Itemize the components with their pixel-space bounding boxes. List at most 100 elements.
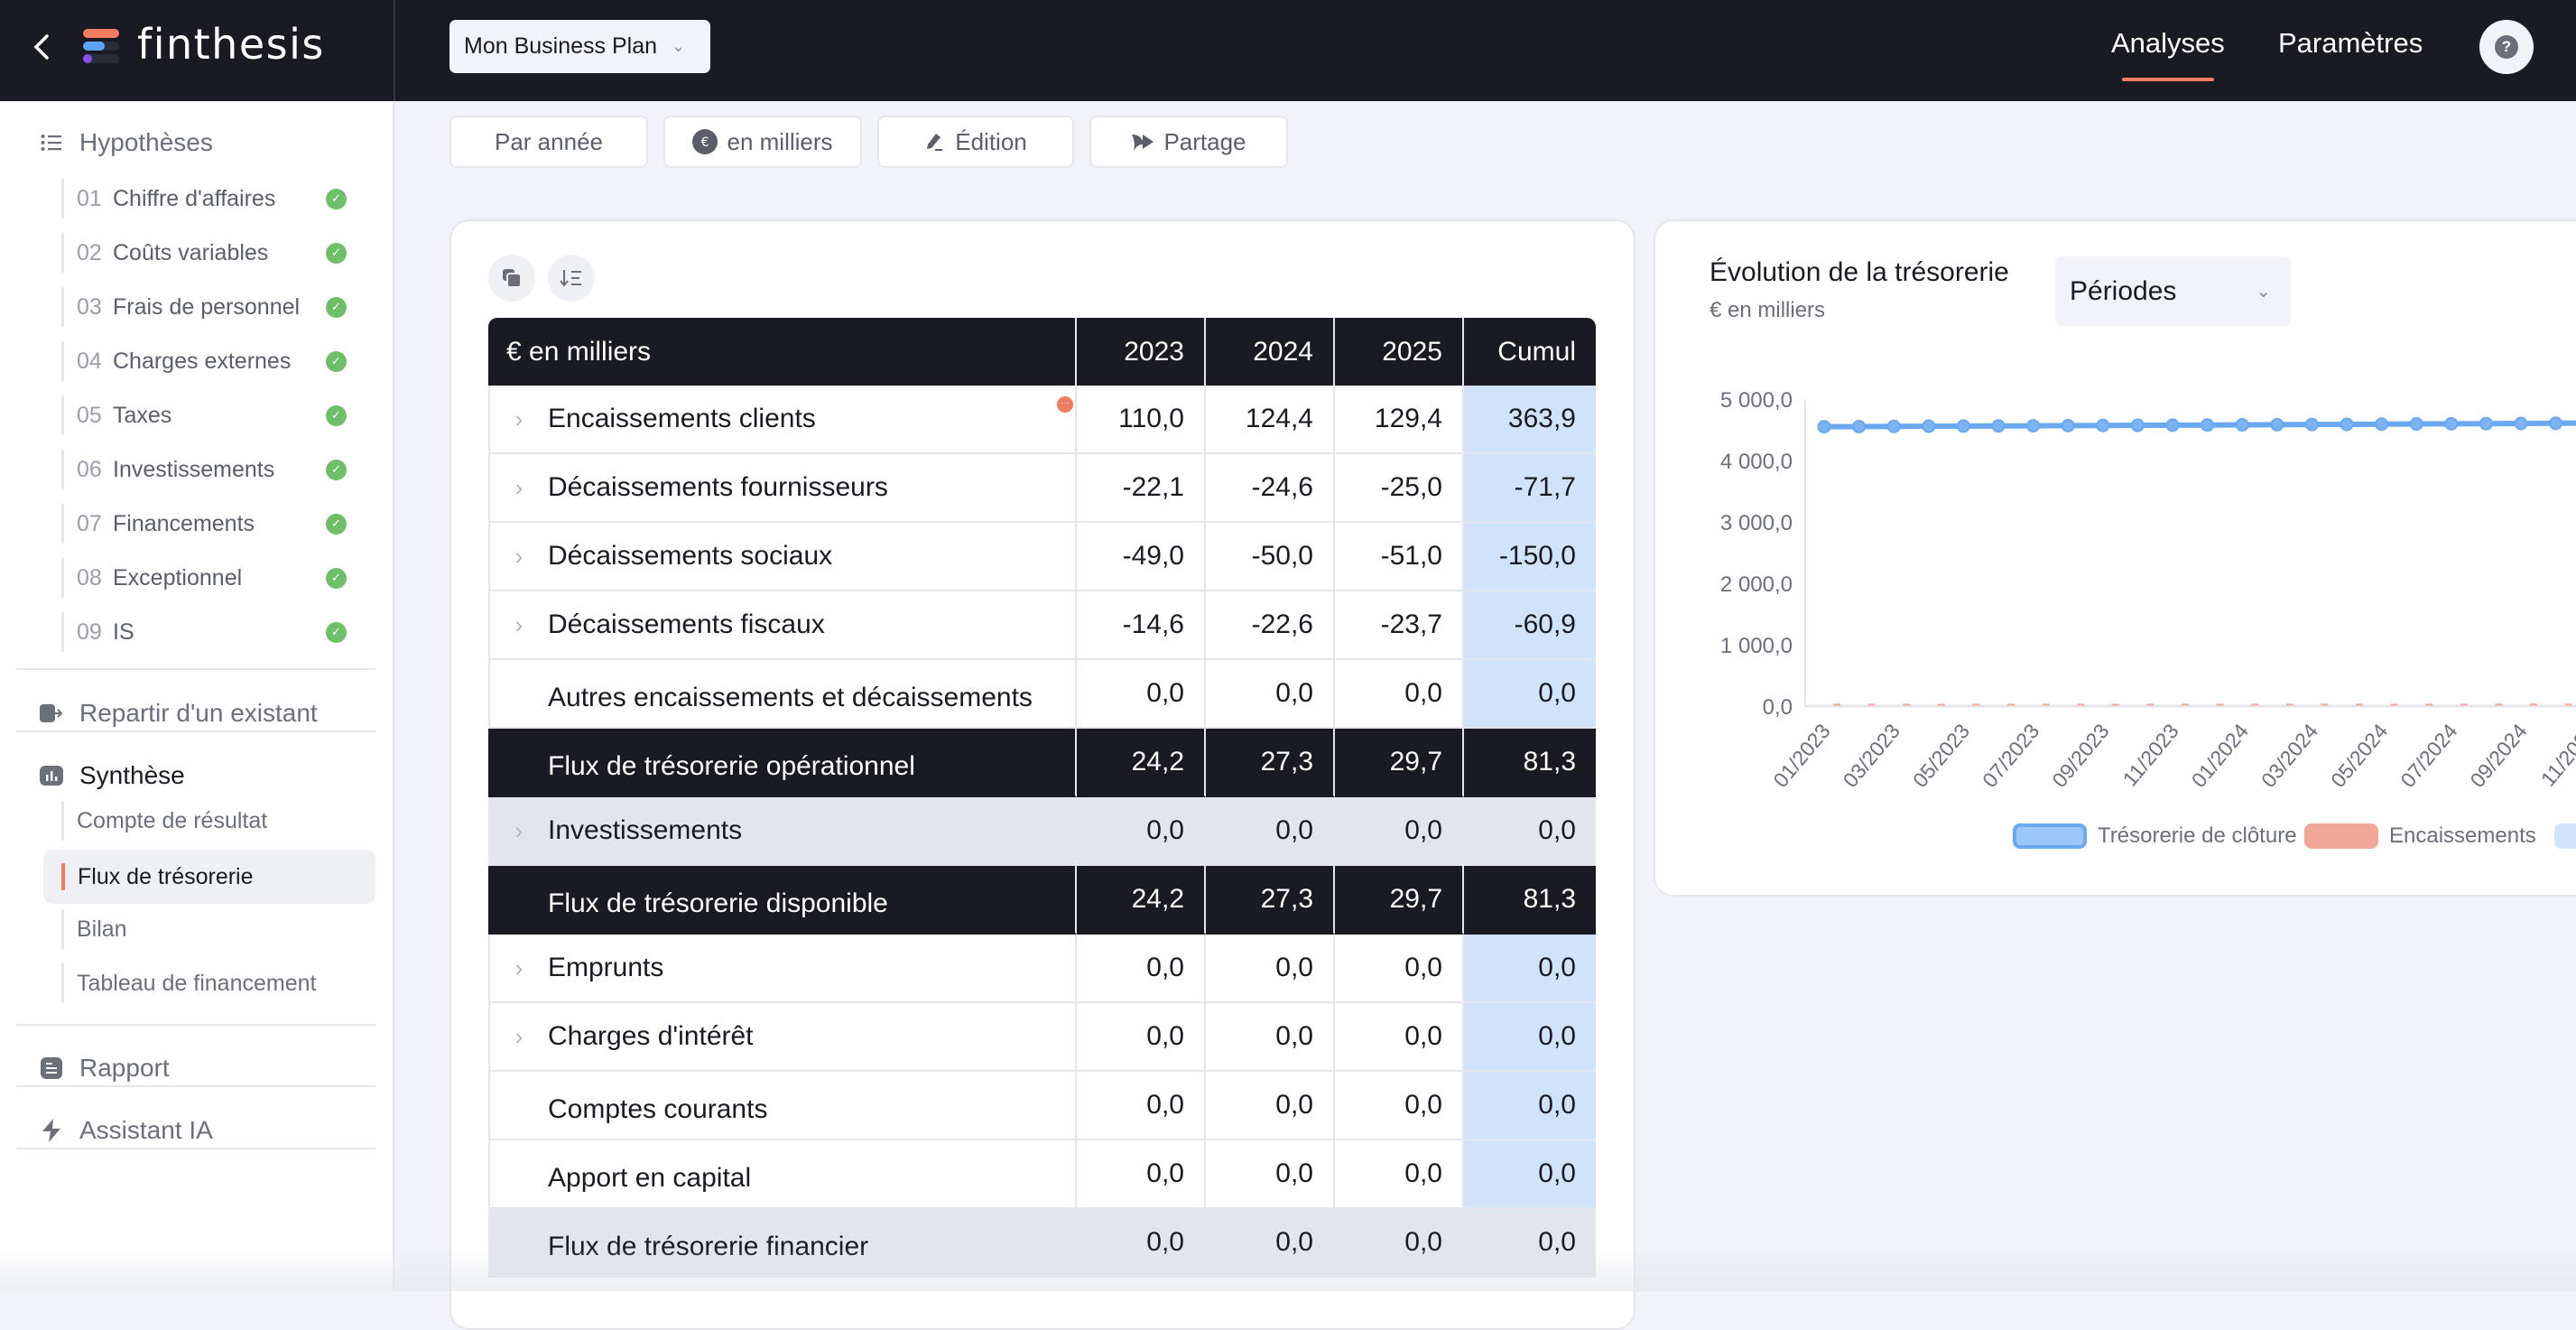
value-2023: -49,0 <box>1077 523 1206 591</box>
sidebar-item-frais-personnel[interactable]: 03 Frais de personnel ✓ <box>61 287 359 327</box>
column-header-cumul: Cumul <box>1464 318 1596 386</box>
value-2024: -22,6 <box>1206 591 1335 660</box>
chevron-right-icon[interactable]: › <box>490 1023 548 1051</box>
chevron-right-icon[interactable]: › <box>490 817 548 845</box>
row-label: › Décaissements fiscaux <box>490 609 825 640</box>
row-label-text: Apport en capital <box>548 1162 752 1193</box>
x-tick-label: 05/2024 <box>2326 719 2392 792</box>
sidebar-item-charges-externes[interactable]: 04 Charges externes ✓ <box>61 341 359 381</box>
tresorerie-point <box>2130 418 2145 432</box>
x-tick-label: 11/2024 <box>2536 719 2576 790</box>
value-cumul: 0,0 <box>1464 1209 1596 1278</box>
table-row[interactable]: › Décaissements fournisseurs -22,1 -24,6 -25… <box>488 454 1596 523</box>
edition-label: Édition <box>955 127 1027 155</box>
tresorerie-line <box>1823 420 2576 430</box>
legend-swatch <box>2554 823 2576 849</box>
business-plan-select[interactable]: Mon Business Plan ⌄ <box>449 20 710 73</box>
chevron-right-icon[interactable]: › <box>490 954 548 982</box>
sidebar-hypotheses[interactable]: Hypothèses <box>40 128 213 157</box>
legend-swatch <box>2304 823 2378 849</box>
chevron-right-icon[interactable]: › <box>490 474 548 502</box>
value-cumul: 81,3 <box>1464 729 1596 797</box>
value-2025: 0,0 <box>1335 1140 1464 1209</box>
row-label: Flux de trésorerie disponible <box>490 888 888 919</box>
sidebar-item-taxes[interactable]: 05 Taxes ✓ <box>61 395 359 435</box>
row-label-text: Décaissements fiscaux <box>548 609 825 640</box>
tresorerie-point <box>2340 417 2354 432</box>
value-cumul: 363,9 <box>1464 386 1596 454</box>
document-icon <box>40 1056 63 1080</box>
value-2025: -25,0 <box>1335 454 1464 523</box>
x-tick-label: 11/2023 <box>2118 720 2183 791</box>
table-row[interactable]: › Emprunts 0,0 0,0 0,0 0,0 <box>488 935 1596 1003</box>
row-label-text: Flux de trésorerie opérationnel <box>548 750 915 781</box>
tresorerie-point <box>2514 416 2528 431</box>
row-label-cell: Autres encaissements et décaissements <box>488 660 1077 729</box>
sidebar-item-exceptionnel[interactable]: 08 Exceptionnel ✓ <box>61 558 359 598</box>
legend-item[interactable]: Encaissements <box>2304 823 2536 849</box>
table-row[interactable]: › Décaissements fiscaux -14,6 -22,6 -23,7 -60… <box>488 591 1596 660</box>
chevron-left-icon <box>33 34 49 60</box>
table-row[interactable]: › Investissements 0,0 0,0 0,0 0,0 <box>488 797 1596 866</box>
x-tick-label: 03/2023 <box>1839 720 1904 792</box>
table-row[interactable]: › Charges d'intérêt 0,0 0,0 0,0 0,0 <box>488 1003 1596 1072</box>
sidebar-rapport[interactable]: Rapport <box>40 1054 170 1083</box>
en-milliers-label: en milliers <box>727 127 833 155</box>
back-button[interactable] <box>25 29 61 65</box>
value-2024: 124,4 <box>1206 386 1335 454</box>
divider <box>394 0 395 101</box>
sidebar-item-compte-resultat[interactable]: Compte de résultat <box>61 801 267 841</box>
check-circle-icon: ✓ <box>326 459 347 480</box>
value-2023: 0,0 <box>1077 660 1206 729</box>
row-label-cell: › Décaissements sociaux <box>488 523 1077 591</box>
chevron-right-icon[interactable]: › <box>490 611 548 639</box>
sidebar-synthese[interactable]: Synthèse <box>40 761 185 790</box>
copy-button[interactable] <box>488 255 535 302</box>
legend-item[interactable]: Décaissements <box>2554 823 2576 849</box>
y-tick-label: 5 000,0 <box>1720 388 1793 413</box>
help-button[interactable]: ? <box>2479 20 2534 74</box>
comment-icon[interactable]: … <box>1057 396 1073 413</box>
check-circle-icon: ✓ <box>326 242 347 264</box>
sidebar-item-couts-variables[interactable]: 02 Coûts variables ✓ <box>61 233 359 273</box>
row-label-cell: › Encaissements clients… <box>488 386 1077 454</box>
sidebar-item-investissements[interactable]: 06 Investissements ✓ <box>61 450 359 489</box>
value-2025: 0,0 <box>1335 1072 1464 1140</box>
value-2023: 0,0 <box>1077 1209 1206 1278</box>
value-cumul: 0,0 <box>1464 660 1596 729</box>
sidebar-item-is[interactable]: 09 IS ✓ <box>61 612 359 652</box>
row-label-text: Autres encaissements et décaissements <box>548 682 1033 712</box>
chevron-right-icon[interactable]: › <box>490 543 548 571</box>
sidebar-assistant-ia[interactable]: Assistant IA <box>40 1116 213 1145</box>
share-icon <box>1131 131 1154 153</box>
sidebar-item-flux-tresorerie[interactable]: Flux de trésorerie <box>43 850 375 904</box>
sidebar-item-tableau-financement[interactable]: Tableau de financement <box>61 963 316 1003</box>
row-label-cell: Flux de trésorerie disponible <box>488 866 1077 935</box>
nav-analyses[interactable]: Analyses <box>2111 27 2225 81</box>
item-label: Financements <box>113 510 255 536</box>
tresorerie-point <box>2061 418 2075 432</box>
edition-button[interactable]: Édition <box>877 116 1074 168</box>
value-cumul: -60,9 <box>1464 591 1596 660</box>
tresorerie-point <box>1886 419 1901 433</box>
nav-parametres[interactable]: Paramètres <box>2278 27 2423 60</box>
sidebar-repartir[interactable]: Repartir d'un existant <box>40 699 318 728</box>
row-label-cell: › Investissements <box>488 797 1077 866</box>
periodes-select[interactable]: Périodes ⌄ <box>2055 256 2291 326</box>
sidebar-item-chiffre-affaires[interactable]: 01 Chiffre d'affaires ✓ <box>61 179 359 219</box>
en-milliers-button[interactable]: € en milliers <box>663 116 862 168</box>
x-tick-label: 09/2024 <box>2465 719 2531 792</box>
sidebar-item-bilan[interactable]: Bilan <box>61 909 127 949</box>
table-row[interactable]: › Décaissements sociaux -49,0 -50,0 -51,0 -15… <box>488 523 1596 591</box>
par-annee-button[interactable]: Par année <box>449 116 648 168</box>
table-row[interactable]: › Encaissements clients … 110,0 124,4 129,4 36… <box>488 386 1596 454</box>
row-label-cell: Apport en capital <box>488 1140 1077 1209</box>
sidebar-item-financements[interactable]: 07 Financements ✓ <box>61 504 359 544</box>
sort-button[interactable] <box>548 255 595 302</box>
partage-button[interactable]: Partage <box>1089 116 1288 168</box>
x-tick-label: 05/2023 <box>1908 720 1974 792</box>
value-2023: 0,0 <box>1077 1072 1206 1140</box>
legend-item[interactable]: Trésorerie de clôture <box>2013 823 2297 849</box>
row-label-text: Flux de trésorerie financier <box>548 1231 869 1261</box>
chevron-right-icon[interactable]: › <box>490 405 548 433</box>
